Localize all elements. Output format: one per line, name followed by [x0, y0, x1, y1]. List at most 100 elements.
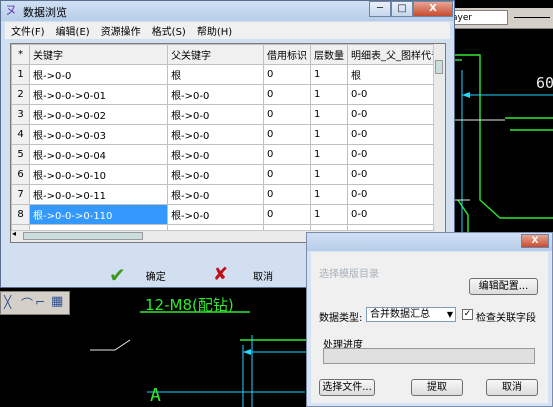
- table-row[interactable]: 8 根->0-0->0-110 根->0-0 0 1 0-0: [11, 204, 445, 225]
- table-cell[interactable]: 1: [309, 64, 348, 85]
- table-row[interactable]: 2 根->0-0->0-01 根->0-0 0 1 0-0: [11, 84, 445, 105]
- data-grid[interactable]: * 关键字 父关键字 借用标识 层数量 明细表_父_图样代号 1 根->0-0 根 0…: [10, 43, 446, 243]
- table-cell[interactable]: 根: [167, 64, 264, 85]
- table-cell[interactable]: 0: [262, 84, 311, 105]
- tool-hatch-icon[interactable]: ▦: [51, 294, 63, 309]
- table-cell[interactable]: 0: [262, 144, 311, 165]
- table-cell[interactable]: 0: [262, 104, 311, 125]
- table-cell[interactable]: 0-0: [346, 144, 445, 165]
- progress-bar: [323, 348, 535, 364]
- table-cell[interactable]: 根->0-0: [167, 184, 264, 205]
- table-cell[interactable]: 根->0-0->0-01: [29, 84, 169, 105]
- table-cell[interactable]: 根->0-0: [167, 204, 264, 225]
- data-type-label: 数据类型:: [319, 313, 363, 324]
- table-row[interactable]: 4 根->0-0->0-03 根->0-0 0 1 0-0: [11, 124, 445, 145]
- table-cell[interactable]: 1: [309, 144, 348, 165]
- minimize-button[interactable]: ─: [369, 1, 391, 17]
- grid-corner-cell[interactable]: *: [11, 44, 31, 65]
- check-related-checkbox[interactable]: ✓: [462, 309, 473, 320]
- select-file-button[interactable]: 选择文件...: [319, 379, 375, 396]
- menu-resource[interactable]: 资源操作: [95, 23, 146, 38]
- scroll-thumb[interactable]: [23, 232, 143, 240]
- row-number[interactable]: 6: [11, 164, 31, 185]
- table-cell[interactable]: 根->0-0->0-03: [29, 124, 169, 145]
- window-controls: ─ □ X: [369, 1, 453, 17]
- menu-format[interactable]: 格式(S): [146, 23, 191, 38]
- column-header-parent-drawing-code[interactable]: 明细表_父_图样代号: [346, 44, 445, 65]
- table-cell[interactable]: 1: [309, 184, 348, 205]
- table-cell[interactable]: 1: [309, 84, 348, 105]
- checkmark-icon: ✓: [463, 309, 472, 319]
- table-cell[interactable]: 根->0-0->0-02: [29, 104, 169, 125]
- tool-arc-icon[interactable]: ⌒: [21, 295, 33, 312]
- table-cell[interactable]: 根->0-0->0-110: [29, 204, 169, 225]
- column-header-borrow-flag[interactable]: 借用标识: [262, 44, 311, 65]
- table-cell[interactable]: 0: [262, 204, 311, 225]
- linetype-preview[interactable]: [514, 17, 550, 18]
- table-cell[interactable]: 根->0-0->0-10: [29, 164, 169, 185]
- scroll-thumb[interactable]: [435, 60, 443, 74]
- scroll-left-icon[interactable]: ◂: [12, 229, 16, 238]
- table-row[interactable]: 6 根->0-0->0-10 根->0-0 0 1 0-0: [11, 164, 445, 185]
- title-bar[interactable]: X: [307, 233, 552, 251]
- table-cell[interactable]: 根->0-0: [167, 144, 264, 165]
- table-cell[interactable]: 0: [262, 164, 311, 185]
- table-cell[interactable]: 0-0: [346, 184, 445, 205]
- edit-config-button[interactable]: 编辑配置...: [469, 278, 538, 295]
- menu-file[interactable]: 文件(F): [5, 23, 50, 38]
- row-number[interactable]: 7: [11, 184, 31, 205]
- menu-edit[interactable]: 编辑(E): [50, 23, 95, 38]
- row-number[interactable]: 8: [11, 204, 31, 225]
- close-button[interactable]: X: [521, 234, 549, 248]
- table-cell[interactable]: 0-0: [346, 104, 445, 125]
- cross-icon: ✘: [213, 264, 229, 285]
- ok-button[interactable]: ✔ 确定: [109, 265, 166, 285]
- extract-dialog: X 选择模版目录 编辑配置... 数据类型: 合并数据汇总 ▼ ✓ 检查关联字段…: [306, 232, 553, 407]
- table-cell[interactable]: 根->0-0->0-11: [29, 184, 169, 205]
- layer-combo[interactable]: ayer: [448, 10, 508, 25]
- data-type-select[interactable]: 合并数据汇总 ▼: [366, 307, 456, 322]
- table-cell[interactable]: 0: [262, 184, 311, 205]
- extract-button[interactable]: 提取: [411, 379, 463, 396]
- row-number[interactable]: 4: [11, 124, 31, 145]
- maximize-button[interactable]: □: [391, 1, 413, 17]
- table-cell[interactable]: 1: [309, 124, 348, 145]
- row-number[interactable]: 2: [11, 84, 31, 105]
- table-cell[interactable]: 0-0: [346, 124, 445, 145]
- table-cell[interactable]: 根: [346, 64, 445, 85]
- close-button[interactable]: X: [413, 1, 453, 17]
- column-header-key[interactable]: 关键字: [29, 44, 169, 65]
- table-cell[interactable]: 0: [262, 124, 311, 145]
- column-header-parent-key[interactable]: 父关键字: [167, 44, 264, 65]
- checkmark-icon: ✔: [109, 263, 126, 287]
- table-cell[interactable]: 0: [262, 64, 311, 85]
- table-cell[interactable]: 0-0: [346, 164, 445, 185]
- row-number[interactable]: 1: [11, 64, 31, 85]
- tool-line-icon[interactable]: ╳: [4, 295, 11, 309]
- table-row[interactable]: 7 根->0-0->0-11 根->0-0 0 1 0-0: [11, 184, 445, 205]
- table-cell[interactable]: 根->0-0->0-04: [29, 144, 169, 165]
- table-cell[interactable]: 根->0-0: [167, 84, 264, 105]
- title-bar[interactable]: ヌ 数据浏览 ─ □ X: [1, 1, 454, 21]
- table-cell[interactable]: 根->0-0: [167, 164, 264, 185]
- cancel-button[interactable]: 取消: [486, 379, 538, 396]
- tool-polyline-icon[interactable]: ⌐: [35, 295, 45, 309]
- table-cell[interactable]: 1: [309, 204, 348, 225]
- table-cell[interactable]: 0-0: [346, 204, 445, 225]
- table-cell[interactable]: 0-0: [346, 84, 445, 105]
- table-cell[interactable]: 1: [309, 164, 348, 185]
- table-cell[interactable]: 根->0-0: [29, 64, 169, 85]
- table-row[interactable]: 1 根->0-0 根 0 1 根: [11, 64, 445, 85]
- table-row[interactable]: 3 根->0-0->0-02 根->0-0 0 1 0-0: [11, 104, 445, 125]
- row-number[interactable]: 3: [11, 104, 31, 125]
- row-number[interactable]: 5: [11, 144, 31, 165]
- column-header-level-count[interactable]: 层数量: [309, 44, 348, 65]
- table-cell[interactable]: 1: [309, 104, 348, 125]
- table-cell[interactable]: 根->0-0: [167, 124, 264, 145]
- grid-vertical-scrollbar[interactable]: [433, 44, 445, 232]
- table-row[interactable]: 5 根->0-0->0-04 根->0-0 0 1 0-0: [11, 144, 445, 165]
- table-cell[interactable]: 根->0-0: [167, 104, 264, 125]
- data-type-value: 合并数据汇总: [370, 309, 430, 320]
- menu-help[interactable]: 帮助(H): [191, 23, 237, 38]
- cancel-button[interactable]: ✘ 取消: [213, 266, 273, 284]
